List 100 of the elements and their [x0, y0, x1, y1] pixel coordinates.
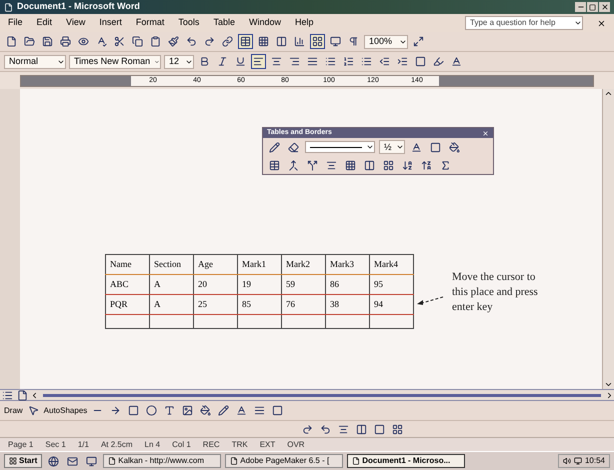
select-objects-icon [28, 405, 39, 416]
table-cell: PQR [106, 294, 150, 314]
draw-table-button[interactable] [267, 140, 282, 154]
border-icon [415, 56, 426, 67]
column-header: Mark2 [282, 254, 326, 274]
hyperlink-button[interactable] [220, 34, 235, 49]
eraser-icon [288, 142, 299, 152]
border-button[interactable] [413, 54, 428, 69]
instruction-note: Move the cursor to this place and press enter key [452, 270, 539, 315]
columns-icon [276, 36, 287, 47]
oval-icon [146, 405, 158, 416]
status-text: Sec 1 [45, 438, 66, 450]
scroll-left-icon[interactable] [30, 390, 39, 400]
line-color-button[interactable] [216, 403, 232, 418]
menu-item[interactable]: Format [136, 16, 164, 30]
align-left-button[interactable] [251, 54, 266, 69]
print-button[interactable] [58, 34, 73, 49]
print-preview-icon [78, 36, 89, 47]
bullets-icon [361, 56, 372, 67]
menu-item[interactable]: File [8, 16, 23, 30]
menu-item[interactable]: Window [248, 16, 281, 30]
print-icon [60, 36, 71, 47]
table-button[interactable] [238, 34, 253, 49]
volume-icon [562, 457, 571, 465]
oval-button[interactable] [144, 403, 160, 418]
redo-icon [204, 36, 215, 47]
distribute-columns-icon [364, 160, 375, 170]
taskbar-button[interactable]: Adobe PageMaker 6.5 - [ [225, 454, 344, 468]
fill-color-button[interactable] [198, 403, 214, 418]
network-icon [574, 457, 582, 465]
format-painter-button[interactable] [166, 34, 181, 49]
open-icon [24, 36, 35, 47]
distribute-icon [356, 424, 367, 434]
font-dropdown[interactable]: Times New Roman [69, 54, 161, 68]
menu-item[interactable]: Help [294, 16, 314, 30]
status-text: REC [202, 438, 220, 450]
draw-menu[interactable]: Draw [4, 404, 23, 416]
copy-button[interactable] [130, 34, 145, 49]
style-dropdown[interactable]: Normal [4, 54, 66, 68]
font-size-dropdown[interactable]: 12 [164, 54, 194, 68]
bold-icon [199, 56, 210, 67]
menu-item[interactable]: Edit [36, 16, 52, 30]
copy-icon [132, 36, 143, 47]
close-icon[interactable] [482, 130, 489, 136]
menu-item[interactable]: View [66, 16, 86, 30]
print-layout-icon [17, 390, 28, 400]
menu-item[interactable]: Tools [178, 16, 200, 30]
scroll-up-icon[interactable] [604, 89, 613, 98]
scroll-down-icon[interactable] [604, 380, 613, 389]
monitor-button[interactable] [328, 34, 343, 49]
help-input[interactable]: Type a question for help [466, 17, 574, 29]
table-cell: 59 [282, 274, 326, 294]
minimize-button[interactable] [575, 2, 586, 12]
dropdown-icon [574, 19, 582, 27]
shading-button[interactable] [447, 140, 462, 154]
document-icon [4, 2, 13, 12]
mail-icon [67, 456, 78, 466]
chart-button[interactable] [292, 34, 307, 49]
save-icon [42, 36, 53, 47]
zoom-dropdown[interactable]: 100% [364, 34, 408, 48]
line-weight-dropdown[interactable]: ½ [379, 140, 405, 154]
vertical-scrollbar[interactable] [602, 89, 614, 389]
merge-cells-icon [288, 160, 299, 170]
autoshapes-menu[interactable]: AutoShapes [44, 404, 88, 416]
taskbar-button[interactable]: Document1 - Microso... [347, 454, 466, 468]
clip-art-icon [182, 405, 194, 416]
table-cell: A [150, 274, 194, 294]
table-cell: 19 [238, 274, 282, 294]
columns-button[interactable] [274, 34, 289, 49]
status-text: Ln 4 [144, 438, 160, 450]
table-cell: 86 [326, 274, 370, 294]
justify-icon [307, 56, 318, 67]
clock: 10:54 [584, 455, 605, 467]
close-button[interactable] [599, 2, 610, 12]
close-icon [600, 3, 608, 11]
line-style-dropdown[interactable] [305, 141, 375, 153]
align-icon [338, 424, 349, 434]
text-box-icon [164, 405, 176, 416]
help-field[interactable]: Type a question for help [465, 16, 583, 30]
desktop-icon [86, 456, 98, 466]
menu-item[interactable]: Insert [99, 16, 122, 30]
insert-table-icon [269, 160, 280, 170]
table-cell: 95 [370, 274, 414, 294]
scroll-right-icon[interactable] [605, 390, 614, 400]
monitor-icon [330, 36, 341, 47]
font-color-icon [451, 56, 462, 67]
taskbar-button[interactable]: Kalkan - http://www.com [103, 454, 222, 468]
column-header: Section [150, 254, 194, 274]
browser-button[interactable] [46, 454, 62, 468]
highlight-icon [433, 56, 444, 67]
rectangle-icon [128, 405, 140, 416]
horizontal-scrollbar[interactable] [0, 389, 614, 401]
save-button[interactable] [40, 34, 55, 49]
insert-table-button[interactable] [256, 34, 271, 49]
start-button[interactable]: Start [4, 454, 42, 468]
line-color-icon [218, 405, 230, 416]
menu-item[interactable]: Table [213, 16, 235, 30]
chart-icon [294, 36, 305, 47]
maximize-button[interactable] [587, 2, 598, 12]
close-document-icon[interactable] [597, 18, 606, 28]
